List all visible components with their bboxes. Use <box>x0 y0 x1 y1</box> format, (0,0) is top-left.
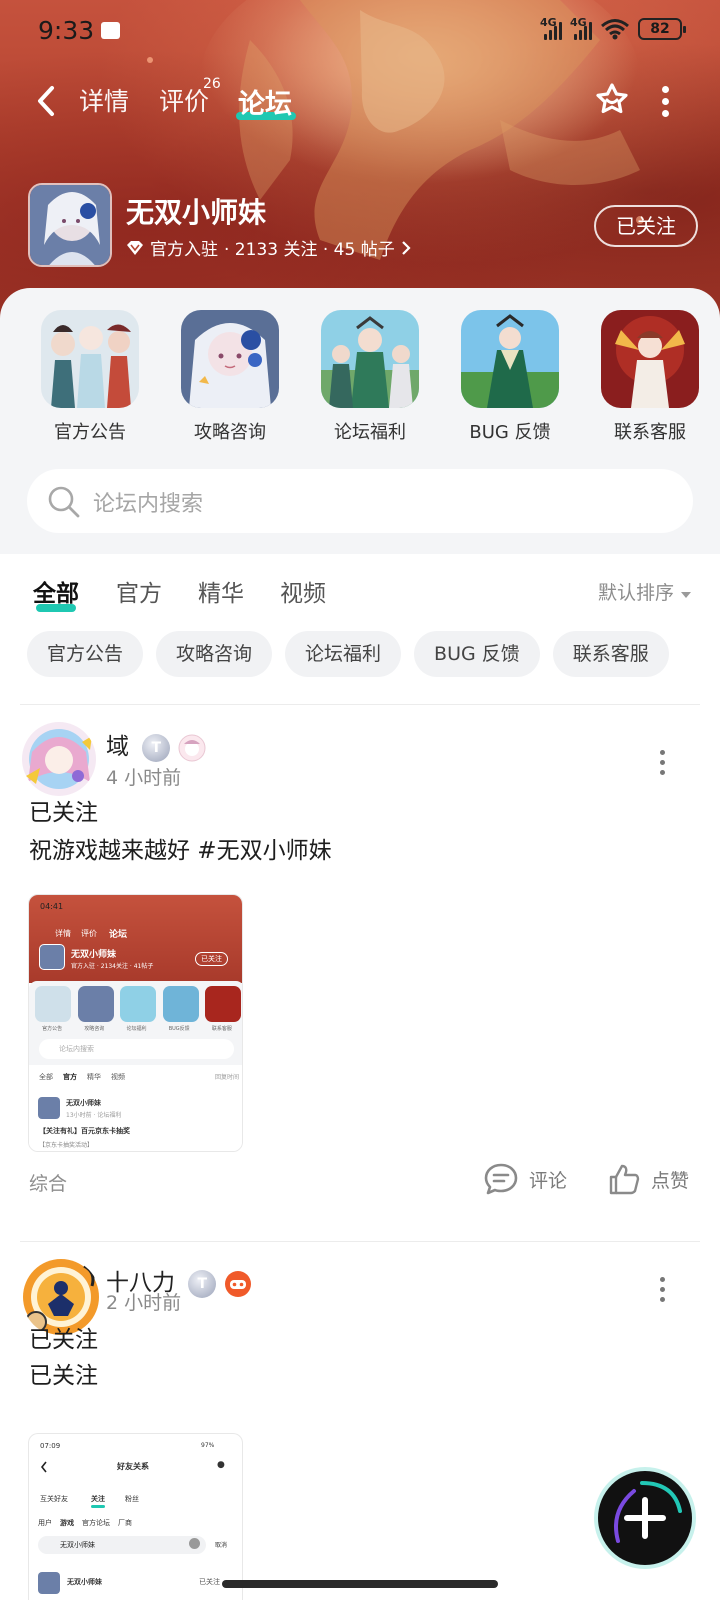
avatar[interactable] <box>22 722 96 796</box>
thumbs-up-icon <box>609 1164 640 1195</box>
post-card[interactable]: 域 T 4 小时前 已关注 祝游戏越来越好 #无双小师妹 04:41 详情 评价… <box>0 722 720 1242</box>
top-nav: 详情 评价 26 论坛 <box>0 72 720 128</box>
category-bug-report[interactable]: BUG 反馈 <box>440 310 580 444</box>
divider <box>20 704 700 705</box>
diamond-icon <box>127 240 143 255</box>
chip-strategy[interactable]: 攻略咨询 <box>156 631 273 677</box>
category-official-notice[interactable]: 官方公告 <box>20 310 160 444</box>
comment-button[interactable]: 评论 <box>483 1162 567 1196</box>
triangle-down-icon <box>681 592 691 598</box>
post-image[interactable]: 07:09 97% 好友关系 ● 互关好友 关注 粉丝 用户 游戏 官方论坛 厂商 无… <box>28 1433 243 1600</box>
post-text-line: 祝游戏越来越好 #无双小师妹 <box>29 838 332 864</box>
level-badge-icon: T <box>188 1269 217 1298</box>
home-indicator[interactable] <box>222 1580 498 1588</box>
tab-detail[interactable]: 详情 <box>79 82 129 118</box>
back-icon <box>40 1461 47 1473</box>
post-author[interactable]: 域 T <box>106 727 206 762</box>
level-badge-icon: T <box>142 733 171 762</box>
category-panel: 官方公告 攻略咨询 论坛福利 BUG 反馈 联系客服 论坛内搜索 <box>0 288 720 554</box>
battery-icon: 82 <box>638 18 686 40</box>
status-time: 9:33 <box>38 16 95 45</box>
plus-icon <box>614 1481 682 1543</box>
forum-meta[interactable]: 官方入驻 · 2133 关注 · 45 帖子 <box>126 235 411 260</box>
forum-info: 无双小师妹 官方入驻 · 2133 关注 · 45 帖子 已关注 <box>28 183 698 269</box>
tab-review[interactable]: 评价 <box>159 82 209 118</box>
category-image <box>181 310 279 408</box>
filter-tabs: 全部 官方 精华 视频 默认排序 <box>0 556 720 616</box>
divider <box>20 1241 700 1242</box>
post-category-tag[interactable]: 综合 <box>29 1169 67 1196</box>
forum-header-banner: 9:33 4G 4G 82 详情 评价 26 论坛 无双小师妹 官方入驻 · 2… <box>0 0 720 320</box>
signal-icon: 4G <box>570 16 592 40</box>
tab-forum[interactable]: 论坛 <box>238 82 292 121</box>
notification-icon <box>101 22 120 39</box>
chip-bug-report[interactable]: BUG 反馈 <box>414 631 540 677</box>
category-image <box>601 310 699 408</box>
post-time: 4 小时前 <box>106 767 182 789</box>
search-icon <box>48 486 80 518</box>
post-text-line: 已关注 <box>29 1327 98 1353</box>
status-bar: 9:33 4G 4G 82 <box>0 0 720 62</box>
more-icon[interactable] <box>660 86 670 117</box>
filter-tab-all[interactable]: 全部 <box>33 574 79 608</box>
post-text-line: 已关注 <box>29 1363 98 1389</box>
chevron-right-icon <box>401 240 411 255</box>
category-chips: 官方公告 攻略咨询 论坛福利 BUG 反馈 联系客服 <box>27 631 669 677</box>
chip-welfare[interactable]: 论坛福利 <box>285 631 402 677</box>
search-placeholder: 论坛内搜索 <box>93 492 204 517</box>
post-time: 2 小时前 <box>106 1292 182 1314</box>
post-image[interactable]: 04:41 详情 评价 论坛 无双小师妹 官方入驻 · 2134关注 · 41帖… <box>28 894 243 1152</box>
filter-tab-video[interactable]: 视频 <box>280 574 326 608</box>
favorite-icon[interactable] <box>592 80 632 120</box>
wifi-icon <box>601 19 629 40</box>
category-image <box>461 310 559 408</box>
category-image <box>321 310 419 408</box>
category-customer-service[interactable]: 联系客服 <box>580 310 720 444</box>
game-badge-icon <box>224 1270 251 1297</box>
post-more-icon[interactable] <box>660 1277 666 1307</box>
chip-official-notice[interactable]: 官方公告 <box>27 631 144 677</box>
filter-tab-official[interactable]: 官方 <box>116 574 162 608</box>
forum-avatar <box>28 183 112 267</box>
signal-icon: 4G <box>540 16 562 40</box>
add-friend-icon: ● <box>217 1460 225 1470</box>
category-image <box>41 310 139 408</box>
like-button[interactable]: 点赞 <box>607 1162 689 1196</box>
category-strategy[interactable]: 攻略咨询 <box>160 310 300 444</box>
chip-customer-service[interactable]: 联系客服 <box>552 631 669 677</box>
follow-button[interactable]: 已关注 <box>594 205 698 247</box>
review-count: 26 <box>203 76 221 92</box>
category-welfare[interactable]: 论坛福利 <box>300 310 440 444</box>
comment-icon <box>484 1163 518 1195</box>
avatar-badge-icon <box>178 734 206 761</box>
sort-dropdown[interactable]: 默认排序 <box>598 578 692 605</box>
forum-search-input[interactable]: 论坛内搜索 <box>27 469 693 533</box>
post-text-line: 已关注 <box>29 800 98 826</box>
forum-name: 无双小师妹 <box>126 196 267 229</box>
post-more-icon[interactable] <box>660 750 666 780</box>
create-post-button[interactable] <box>598 1471 692 1565</box>
back-icon[interactable] <box>32 84 62 118</box>
filter-tab-featured[interactable]: 精华 <box>198 574 244 608</box>
